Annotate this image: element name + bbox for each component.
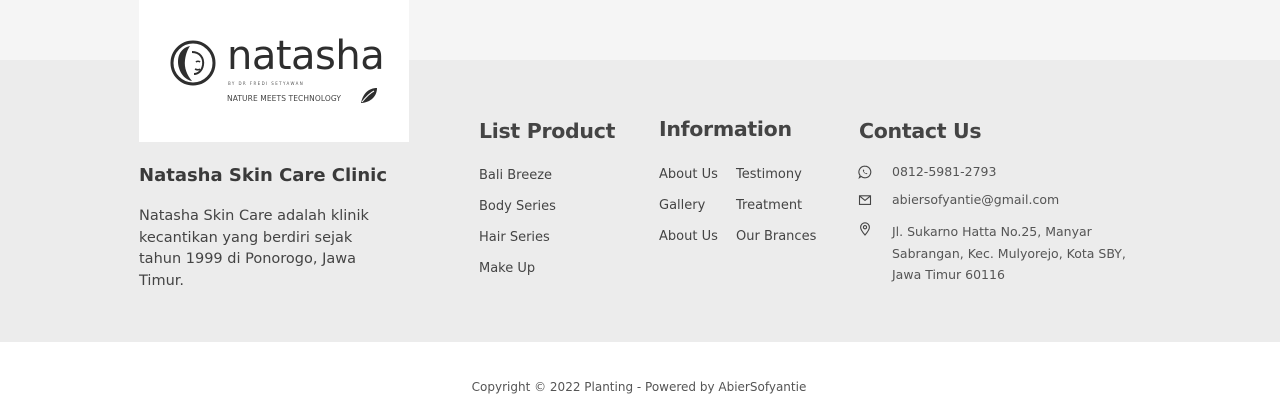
product-link-make-up[interactable]: Make Up (479, 261, 535, 276)
mail-icon (858, 195, 872, 205)
leaf-icon (361, 88, 377, 103)
whatsapp-icon (858, 165, 872, 179)
clinic-description: Natasha Skin Care adalah klinik kecantik… (139, 208, 369, 289)
list-product-title: List Product (479, 119, 616, 143)
face-logo-icon (170, 40, 216, 86)
product-link-bali-breeze[interactable]: Bali Breeze (479, 168, 552, 183)
contact-email[interactable]: abiersofyantie@gmail.com (892, 192, 1059, 207)
info-link-our-brances[interactable]: Our Brances (736, 229, 816, 244)
info-link-testimony[interactable]: Testimony (736, 167, 802, 182)
product-link-hair-series[interactable]: Hair Series (479, 230, 550, 245)
clinic-name: Natasha Skin Care Clinic (139, 165, 388, 186)
info-link-about-us[interactable]: About Us (659, 167, 718, 182)
logo-wordmark: natasha (227, 33, 385, 79)
location-pin-icon (860, 222, 870, 236)
information-title: Information (659, 117, 792, 141)
info-link-treatment[interactable]: Treatment (736, 198, 802, 213)
brand-logo[interactable]: natasha BY DR FREDI SETYAWAN NATURE MEET… (139, 0, 409, 142)
info-link-gallery[interactable]: Gallery (659, 198, 705, 213)
info-link-about-us-2[interactable]: About Us (659, 229, 718, 244)
logo-tagline: NATURE MEETS TECHNOLOGY (227, 94, 342, 103)
contact-phone[interactable]: 0812-5981-2793 (892, 164, 996, 179)
contact-address: Jl. Sukarno Hatta No.25, Manyar Sabranga… (892, 224, 1126, 282)
contact-title: Contact Us (859, 119, 982, 143)
logo-byline: BY DR FREDI SETYAWAN (228, 81, 305, 86)
footer-bottom-bar (0, 342, 1280, 409)
product-link-body-series[interactable]: Body Series (479, 199, 556, 214)
copyright-text: Copyright © 2022 Planting - Powered by A… (471, 380, 807, 394)
